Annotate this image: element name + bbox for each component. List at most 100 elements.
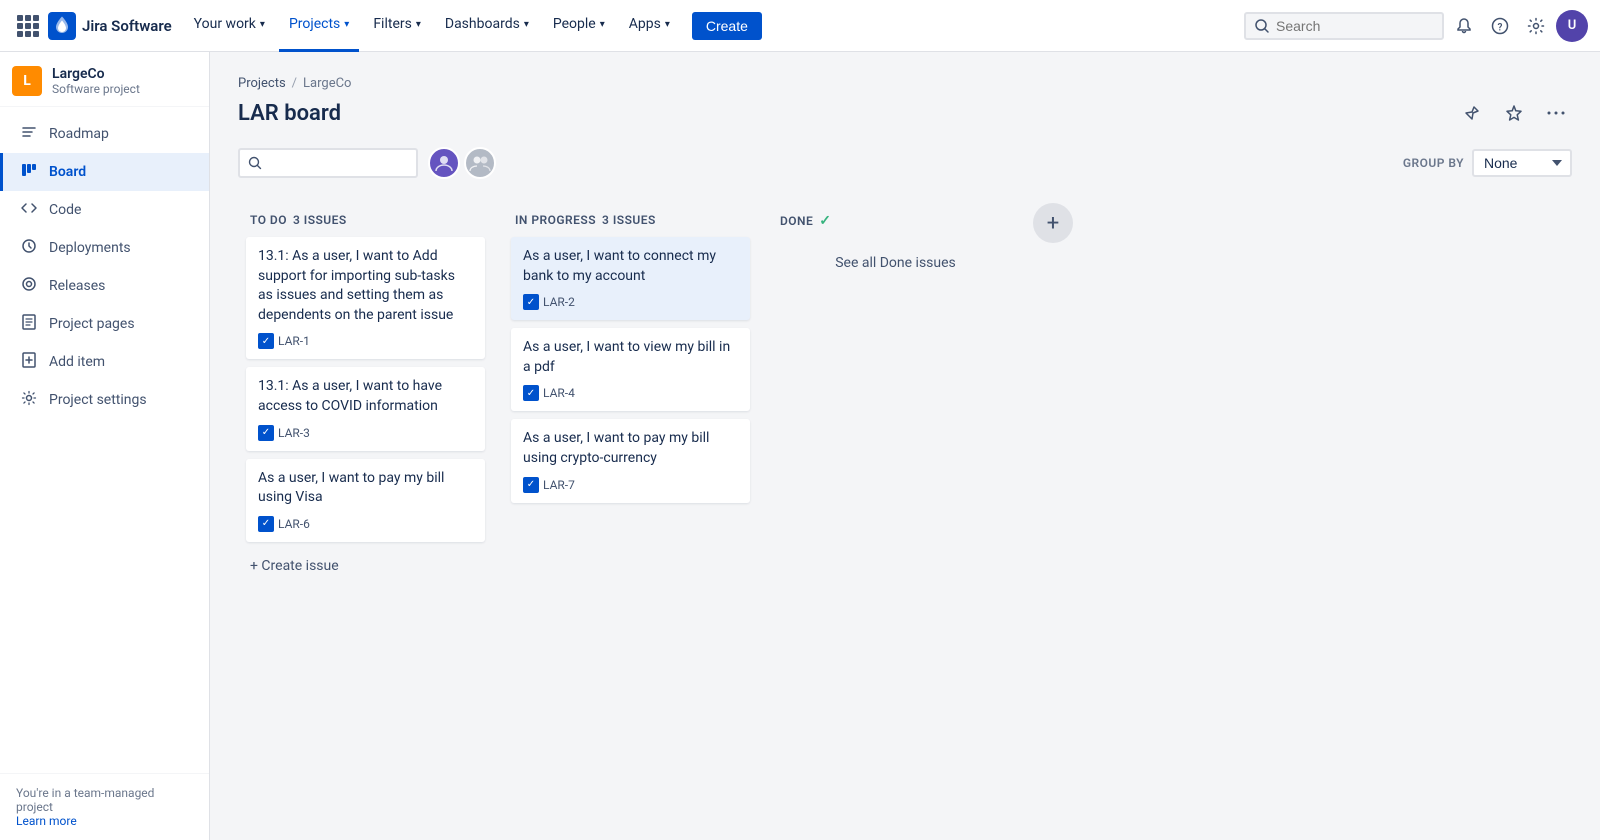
notifications-button[interactable] <box>1448 10 1480 42</box>
sidebar-item-label: Roadmap <box>49 126 109 142</box>
sidebar-item-project-pages[interactable]: Project pages <box>0 305 209 343</box>
sidebar-item-roadmap[interactable]: Roadmap <box>0 115 209 153</box>
board-search-box[interactable] <box>238 148 418 178</box>
card-footer: ✓ LAR-1 <box>258 333 473 349</box>
sidebar-nav: Roadmap Board Code <box>0 107 209 773</box>
card-title: As a user, I want to connect my bank to … <box>523 247 738 286</box>
ellipsis-icon <box>1547 111 1565 115</box>
project-info: LargeCo Software project <box>52 66 140 96</box>
chevron-down-icon: ▾ <box>344 19 349 30</box>
group-by-select[interactable]: None Epic Assignee <box>1472 149 1572 177</box>
issue-key: ✓ LAR-2 <box>523 294 575 310</box>
nav-item-projects[interactable]: Projects ▾ <box>279 0 359 52</box>
pin-button[interactable] <box>1456 97 1488 129</box>
card-title: 13.1: As a user, I want to Add support f… <box>258 247 473 325</box>
settings-icon <box>19 389 39 411</box>
sidebar-item-add-item[interactable]: Add item <box>0 343 209 381</box>
breadcrumb-projects[interactable]: Projects <box>238 76 286 91</box>
project-header: L LargeCo Software project <box>0 52 209 107</box>
jira-logo-text: Jira Software <box>82 17 172 35</box>
card-footer: ✓ LAR-7 <box>523 477 738 493</box>
search-icon <box>1254 18 1270 34</box>
group-by-label: GROUP BY <box>1403 156 1464 170</box>
card-title: As a user, I want to pay my bill using V… <box>258 469 473 508</box>
issue-type-icon: ✓ <box>523 385 539 401</box>
sidebar-item-project-settings[interactable]: Project settings <box>0 381 209 419</box>
main-content: Projects / LargeCo LAR board <box>210 52 1600 840</box>
releases-icon <box>19 275 39 297</box>
nav-item-your-work[interactable]: Your work ▾ <box>184 0 275 52</box>
issue-type-icon: ✓ <box>258 333 274 349</box>
column-header-inprogress: IN PROGRESS 3 ISSUES <box>511 209 750 237</box>
nav-item-filters[interactable]: Filters ▾ <box>363 0 431 52</box>
sidebar-item-label: Deployments <box>49 240 131 256</box>
roadmap-icon <box>19 123 39 145</box>
issue-key: ✓ LAR-1 <box>258 333 310 349</box>
more-options-button[interactable] <box>1540 97 1572 129</box>
search-box[interactable] <box>1244 12 1444 40</box>
column-header-done: DONE ✓ <box>776 209 1015 239</box>
user-avatar[interactable]: U <box>1556 10 1588 42</box>
deployments-icon <box>19 237 39 259</box>
page-title: LAR board <box>238 101 341 126</box>
issue-card-lar2[interactable]: As a user, I want to connect my bank to … <box>511 237 750 320</box>
issue-card-lar3[interactable]: 13.1: As a user, I want to have access t… <box>246 367 485 450</box>
chevron-down-icon: ▾ <box>600 19 605 30</box>
jira-logo-icon <box>48 12 76 40</box>
star-icon <box>1505 104 1523 122</box>
board-search-input[interactable] <box>268 155 388 171</box>
project-type: Software project <box>52 82 140 96</box>
chevron-down-icon: ▾ <box>260 19 265 30</box>
issue-type-icon: ✓ <box>258 516 274 532</box>
jira-logo[interactable]: Jira Software <box>48 12 172 40</box>
done-check-icon: ✓ <box>819 213 831 229</box>
app-switcher-button[interactable] <box>12 10 44 42</box>
search-input[interactable] <box>1276 18 1416 34</box>
nav-item-people[interactable]: People ▾ <box>543 0 615 52</box>
column-header-todo: TO DO 3 ISSUES <box>246 209 485 237</box>
sidebar-item-code[interactable]: Code <box>0 191 209 229</box>
sidebar-item-label: Releases <box>49 278 105 294</box>
sidebar-item-deployments[interactable]: Deployments <box>0 229 209 267</box>
see-all-done-button[interactable]: See all Done issues <box>776 239 1015 287</box>
nav-item-dashboards[interactable]: Dashboards ▾ <box>435 0 539 52</box>
card-title: As a user, I want to pay my bill using c… <box>523 429 738 468</box>
issue-card-lar1[interactable]: 13.1: As a user, I want to Add support f… <box>246 237 485 359</box>
sidebar-footer: You're in a team-managed project Learn m… <box>0 773 209 840</box>
issue-type-icon: ✓ <box>523 477 539 493</box>
add-column-button[interactable]: + <box>1033 203 1073 243</box>
star-button[interactable] <box>1498 97 1530 129</box>
column-inprogress: IN PROGRESS 3 ISSUES As a user, I want t… <box>503 199 758 521</box>
sidebar-item-releases[interactable]: Releases <box>0 267 209 305</box>
code-icon <box>19 199 39 221</box>
nav-item-apps[interactable]: Apps ▾ <box>619 0 680 52</box>
issue-type-icon: ✓ <box>258 425 274 441</box>
grid-icon <box>15 13 41 39</box>
header-actions <box>1456 97 1572 129</box>
create-button[interactable]: Create <box>692 12 762 40</box>
issue-card-lar4[interactable]: As a user, I want to view my bill in a p… <box>511 328 750 411</box>
member-avatar-1[interactable] <box>428 147 460 179</box>
card-title: As a user, I want to view my bill in a p… <box>523 338 738 377</box>
board-columns: TO DO 3 ISSUES 13.1: As a user, I want t… <box>238 199 1572 592</box>
add-icon <box>19 351 39 373</box>
chevron-down-icon: ▾ <box>665 19 670 30</box>
board-icon <box>19 161 39 183</box>
help-icon: ? <box>1491 17 1509 35</box>
issue-card-lar6[interactable]: As a user, I want to pay my bill using V… <box>246 459 485 542</box>
create-issue-button[interactable]: + Create issue <box>246 550 485 582</box>
chevron-down-icon: ▾ <box>416 19 421 30</box>
breadcrumb: Projects / LargeCo <box>238 76 1572 91</box>
learn-more-link[interactable]: Learn more <box>16 814 77 828</box>
sidebar-item-label: Project settings <box>49 392 147 408</box>
settings-button[interactable] <box>1520 10 1552 42</box>
sidebar: L LargeCo Software project Roadmap <box>0 52 210 840</box>
sidebar-item-label: Board <box>49 164 86 180</box>
search-icon <box>248 156 262 170</box>
help-button[interactable]: ? <box>1484 10 1516 42</box>
sidebar-item-board[interactable]: Board <box>0 153 209 191</box>
issue-card-lar7[interactable]: As a user, I want to pay my bill using c… <box>511 419 750 502</box>
member-avatar-2[interactable] <box>464 147 496 179</box>
user-avatar-icon <box>432 151 456 175</box>
issue-key: ✓ LAR-6 <box>258 516 310 532</box>
